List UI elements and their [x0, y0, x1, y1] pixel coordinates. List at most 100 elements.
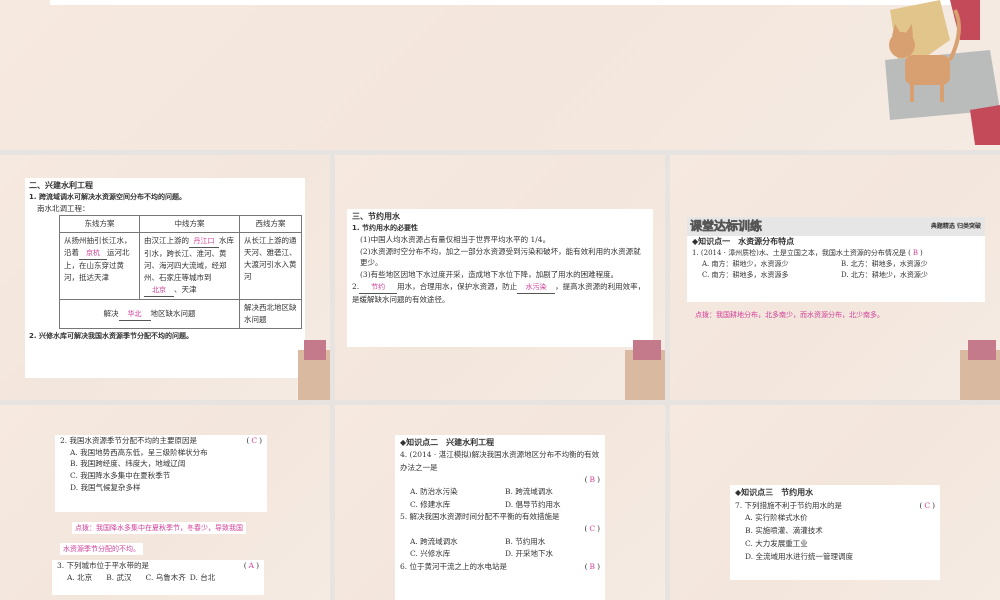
- option-b: B. 跨流域调水: [505, 487, 553, 497]
- question-3: 3. 下列城市位于平水带的是(A): [57, 560, 259, 572]
- paren: ): [932, 500, 935, 510]
- option-a: A. 北京: [67, 572, 93, 582]
- question-text: 1. (2014 · 漳州质检)水、土是立国之本，我国水土资源的分布情况是 (: [692, 248, 911, 257]
- point-1: 1. 节约用水的必要性: [352, 224, 418, 233]
- paren: ): [259, 436, 262, 445]
- header-west: 西线方案: [239, 214, 302, 233]
- cat-illustration-icon: [960, 340, 1000, 400]
- header-east: 东线方案: [59, 214, 140, 233]
- slide-thumbnail-1[interactable]: [0, 0, 1000, 150]
- cat-illustration-icon: [885, 0, 1000, 145]
- option-c: C. 乌鲁木齐: [145, 572, 186, 582]
- option-d: D. 全流域用水进行统一管理调度: [745, 551, 854, 561]
- slide-thumbnail-5[interactable]: 2. 我国水资源季节分配不均的主要原因是(C) A. 我国地势西高东低，呈三级阶…: [0, 405, 330, 600]
- option-c: C. 南方：耕地多，水资源多: [702, 270, 789, 279]
- slide-thumbnail-2[interactable]: 二、兴建水利工程 1. 跨流域调水可解决水资源空间分布不均的问题。 南水北调工程…: [0, 155, 330, 400]
- point-2: 2. 节约 用水，合理用水，保护水资源，防止 水污染 ，提高水资源的利用效率，是缓解缺水…: [352, 281, 648, 305]
- question-5: 5. 解决我国水资源时间分配不平衡的有效措施是: [400, 512, 560, 522]
- point-1: 1. 跨流域调水可解决水资源空间分布不均的问题。: [29, 193, 186, 202]
- p2-num: 2.: [352, 281, 360, 291]
- header-mid: 中线方案: [139, 214, 240, 233]
- south-north-water-table: 东线方案 中线方案 西线方案 从扬州抽引长江水，沿着 京杭 运河北上，在山东穿过黄河，抵…: [59, 214, 302, 330]
- question-text: 7. 下列措施不利于节约用水的是: [735, 500, 843, 510]
- option-b: B. 节约用水: [505, 536, 546, 546]
- answer: C: [589, 524, 596, 534]
- slide-thumbnail-6[interactable]: ◆知识点二 兴建水利工程 4. (2014 · 湛江模拟)解决我国水资源地区分布…: [335, 405, 665, 600]
- answer-2: 水污染: [517, 282, 556, 294]
- slide-thumbnail-4[interactable]: 课堂达标训练 典题精选 归类突破 ◆知识点一 水资源分布特点 1. (2014 …: [670, 155, 1000, 400]
- cat-illustration-icon: [298, 340, 330, 400]
- paren: ): [597, 474, 600, 484]
- question-text: 2. 我国水资源季节分配不均的主要原因是: [60, 436, 198, 445]
- slide-thumbnail-3[interactable]: 三、节约用水 1. 节约用水的必要性 (1)中国人均水资源占有量仅相当于世界平均…: [335, 155, 665, 400]
- question-text: 6. 位于黄河干流之上的水电站是: [400, 561, 508, 571]
- answer: B: [589, 474, 596, 484]
- solve-text-2: 地区缺水问题: [150, 308, 196, 318]
- option-c: C. 修建水库: [410, 499, 451, 509]
- question-7: 7. 下列措施不利于节约用水的是(C): [735, 500, 935, 513]
- option-a: A. 跨流域调水: [410, 536, 458, 546]
- west-text: 从长江上游的通天河、雅砻江、大渡河引水入黄河: [239, 231, 302, 301]
- question-1: 1. (2014 · 漳州质检)水、土是立国之本，我国水土资源的分布情况是 (B…: [692, 248, 980, 259]
- option-d: D. 我国气候复杂多样: [70, 482, 141, 492]
- west-solve: 解决西北地区缺水问题: [239, 299, 302, 330]
- question-box: 3. 下列城市位于平水带的是(A) A. 北京 B. 武汉 C. 乌鲁木齐 D. 台北: [52, 560, 264, 595]
- banner-right: 典题精选 归类突破: [930, 222, 981, 230]
- option-c: C. 兴修水库: [410, 549, 451, 559]
- answer-5-line: (C): [400, 523, 600, 535]
- question-2: 2. 我国水资源季节分配不均的主要原因是(C): [60, 435, 262, 447]
- item-2: (2)水资源时空分布不均，加之一部分水资源受到污染和破坏，能有效利用的水资源就更…: [360, 246, 641, 268]
- question-box: 2. 我国水资源季节分配不均的主要原因是(C) A. 我国地势西高东低，呈三级阶…: [55, 435, 267, 512]
- option-b: B. 武汉: [106, 572, 132, 582]
- question-6: 6. 位于黄河干流之上的水电站是(B): [400, 561, 600, 573]
- option-b: B. 实施喷灌、滴灌技术: [745, 526, 823, 536]
- question-4: 4. (2014 · 湛江模拟)解决我国水资源地区分布不均衡的有效办法之一是: [400, 450, 600, 472]
- east-answer: 京杭: [79, 248, 107, 261]
- hint-text-1: 点拨：我国降水多集中在夏秋季节，冬春少，导致我国: [72, 522, 246, 534]
- item-1: (1)中国人均水资源占有量仅相当于世界平均水平的 1/4。: [360, 235, 551, 245]
- content-box: ◆知识点二 兴建水利工程 4. (2014 · 湛江模拟)解决我国水资源地区分布…: [395, 435, 605, 600]
- paren: ): [597, 524, 600, 534]
- content-box: 二、兴建水利工程 1. 跨流域调水可解决水资源空间分布不均的问题。 南水北调工程…: [25, 178, 305, 378]
- point-1-sub: 南水北调工程：: [37, 204, 90, 214]
- mid-answer-2: 北京: [144, 285, 174, 298]
- answer-1: 节约: [359, 282, 398, 294]
- item-3: (3)有些地区因地下水过度开采，造成地下水位下降，加剧了用水的困难程度。: [360, 270, 619, 280]
- option-b: B. 北方：耕地多，水资源少: [841, 259, 928, 268]
- knowledge-point: ◆知识点二 兴建水利工程: [400, 438, 495, 447]
- banner-title: 课堂达标训练: [690, 219, 763, 234]
- content-box: 三、节约用水 1. 节约用水的必要性 (1)中国人均水资源占有量仅相当于世界平均…: [347, 209, 653, 347]
- option-d: D. 倡导节约用水: [505, 499, 561, 509]
- paren: ): [919, 248, 923, 257]
- section-title: 三、节约用水: [352, 212, 400, 221]
- knowledge-point: ◆知识点三 节约用水: [735, 488, 814, 497]
- option-a: A. 我国地势西高东低，呈三级阶梯状分布: [70, 447, 208, 457]
- solve-answer: 华北: [118, 309, 151, 321]
- slide-thumbnail-7[interactable]: ◆知识点三 节约用水 7. 下列措施不利于节约用水的是(C) A. 实行阶梯式水…: [670, 405, 1000, 600]
- option-a: A. 实行阶梯式水价: [745, 513, 808, 523]
- banner: 课堂达标训练 典题精选 归类突破: [687, 217, 985, 236]
- answer: A: [248, 561, 255, 570]
- content-box: 课堂达标训练 典题精选 归类突破 ◆知识点一 水资源分布特点 1. (2014 …: [687, 217, 985, 302]
- answer: B: [589, 561, 596, 571]
- cat-illustration-icon: [625, 340, 665, 400]
- hint-text: 点拨：我国耕地分布，北多南少，而水资源分布，北少南多。: [695, 311, 884, 319]
- option-d: D. 台北: [189, 572, 216, 582]
- solve-text: 解决: [103, 308, 119, 318]
- answer: C: [251, 436, 258, 445]
- option-c: C. 我国降水多集中在夏秋季节: [70, 470, 171, 480]
- mid-answer-1: 丹江口: [189, 236, 219, 249]
- hint-text-2: 水资源季节分配的不均。: [60, 543, 143, 555]
- mid-text-3: 、天津: [174, 285, 197, 295]
- section-title: 二、兴建水利工程: [29, 181, 93, 190]
- white-strip: [50, 0, 975, 5]
- answer: B: [912, 248, 918, 257]
- option-b: B. 我国跨经度、纬度大，地域辽阔: [70, 459, 186, 469]
- knowledge-point: ◆知识点一 水资源分布特点: [692, 236, 795, 246]
- option-a: A. 南方：耕地少，水资源少: [702, 259, 789, 268]
- option-c: C. 大力发展重工业: [745, 538, 808, 548]
- p2-text: 用水，合理用水，保护水资源，防止: [397, 281, 518, 291]
- answer-4-line: (B): [400, 474, 600, 486]
- option-d: D. 开采地下水: [505, 549, 554, 559]
- paren: ): [256, 561, 259, 570]
